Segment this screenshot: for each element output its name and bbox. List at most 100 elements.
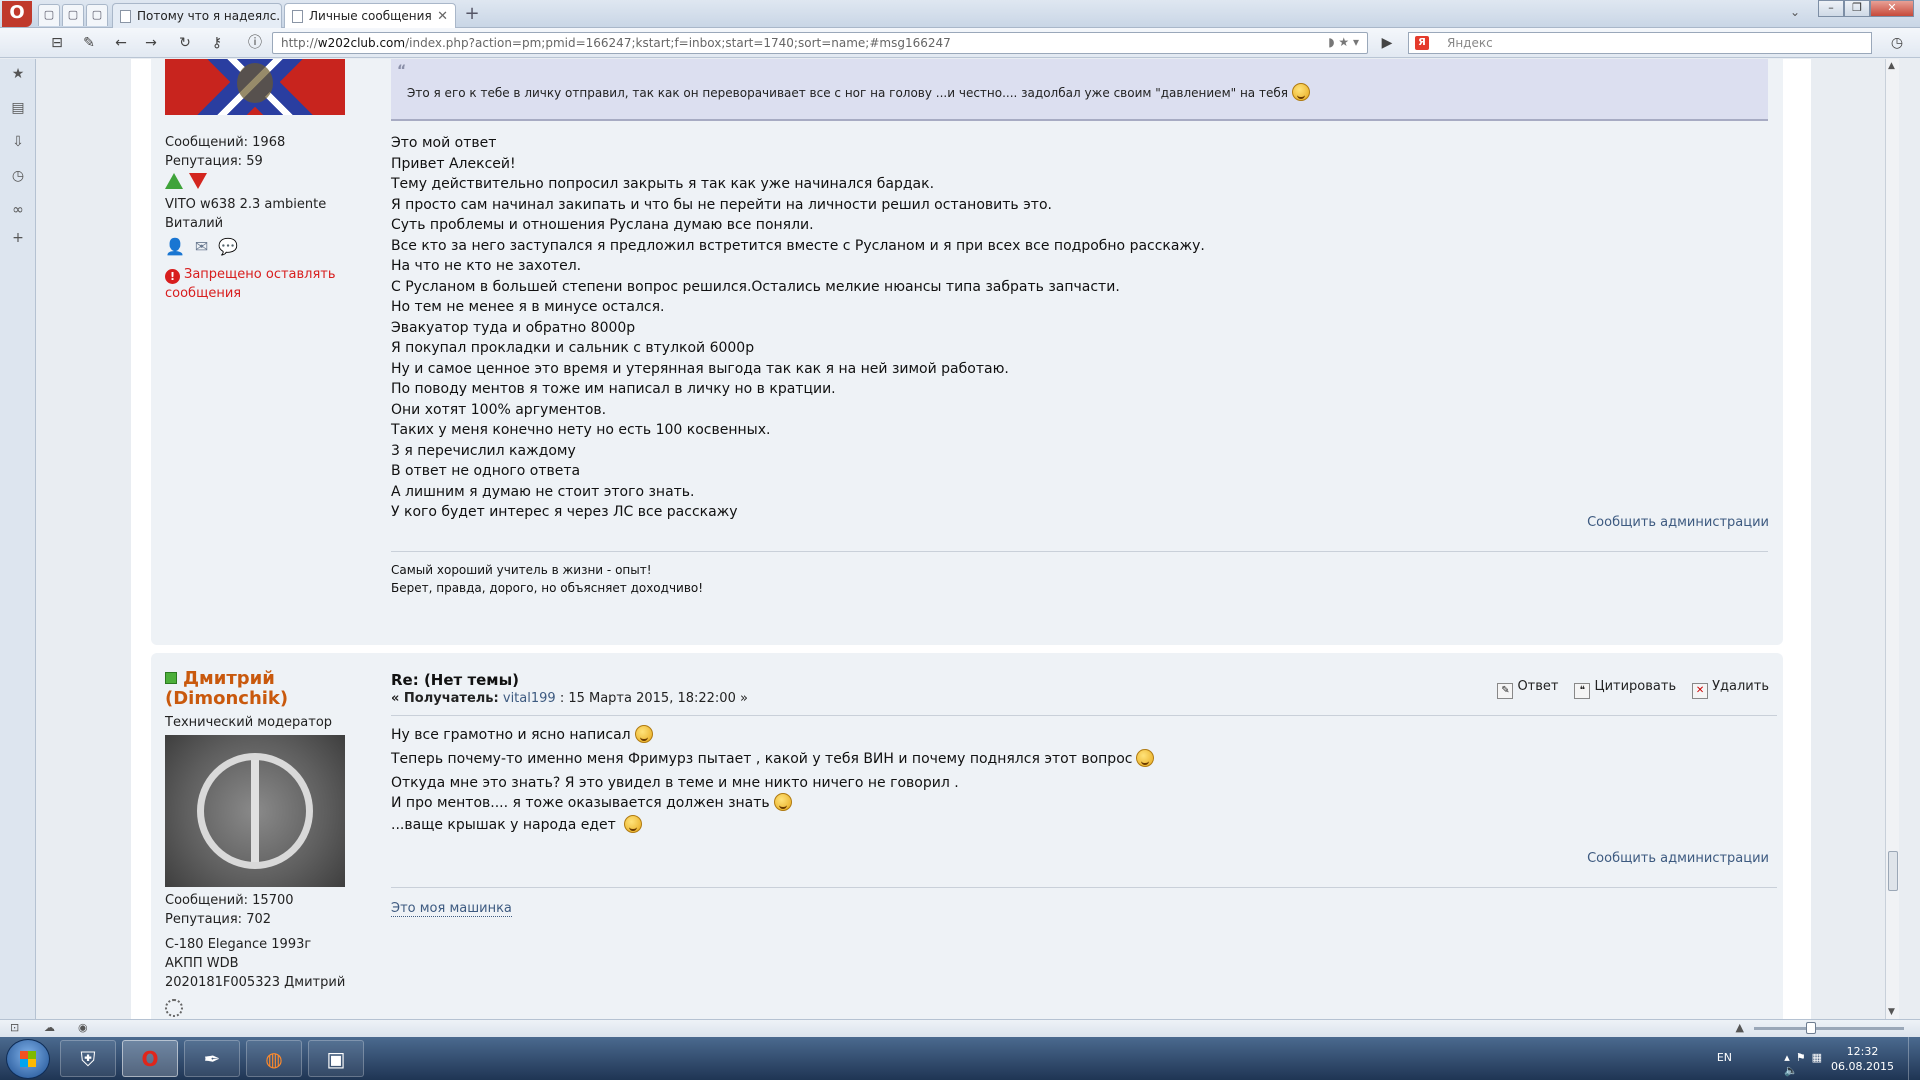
poster-name[interactable]: Дмитрий (Dimonchik) — [165, 669, 365, 709]
volume-icon[interactable]: 🔈 — [1784, 1064, 1804, 1077]
minimize-button[interactable]: – — [1818, 0, 1844, 17]
message-title[interactable]: Re: (Нет темы) — [391, 671, 519, 689]
banned-text: Запрещено оставлять сообщения — [165, 267, 336, 301]
report-to-admin-link[interactable]: Сообщить администрации — [1587, 851, 1769, 866]
message-line: В ответ не одного ответа — [391, 463, 581, 479]
status-bar: ⊡ ☁ ◉ ▲ — [0, 1019, 1920, 1037]
url-tools: ◗ ★ ▾ — [1328, 35, 1359, 49]
key-icon[interactable]: ⚷ — [208, 34, 226, 52]
profile-icon[interactable]: 👤 — [165, 237, 185, 256]
message-body: Это мой ответ Привет Алексей! Тему дейст… — [391, 133, 1205, 523]
message-line: Таких у меня конечно нету но есть 100 ко… — [391, 422, 771, 438]
restore-button[interactable]: ❐ — [1844, 0, 1870, 17]
message-meta: « Получатель: vital199 : 15 Марта 2015, … — [391, 691, 748, 706]
signature-divider — [391, 887, 1777, 888]
go-icon[interactable]: ▶ — [1378, 34, 1396, 52]
network-icon[interactable]: ▦ — [1812, 1051, 1828, 1064]
delete-button[interactable]: ✕ Удалить — [1692, 679, 1769, 699]
pinned-tab[interactable]: ▢ — [62, 4, 84, 26]
user-real-name: Виталий — [165, 216, 224, 231]
user-car: C-180 Elegance 1993г — [165, 937, 312, 952]
flag-icon[interactable]: ⚑ — [1796, 1051, 1812, 1064]
forum-content: Сообщений: 1968 Репутация: 59 VITO w638 … — [131, 59, 1811, 1019]
zoom-knob[interactable] — [1806, 1022, 1816, 1034]
world-of-tanks-icon[interactable]: ⛨ — [60, 1040, 116, 1077]
tab-list-chevron-icon[interactable]: ⌄ — [1790, 5, 1800, 19]
scroll-up-icon[interactable]: ▲ — [1888, 61, 1895, 71]
message-post: Дмитрий (Dimonchik) Технический модерато… — [151, 653, 1783, 1019]
online-status-icon — [165, 672, 177, 684]
opera-taskbar-icon[interactable]: O — [122, 1040, 178, 1077]
message-line: Но тем не менее я в минусе остался. — [391, 299, 665, 315]
new-tab-button[interactable]: + — [460, 4, 484, 26]
editor-app-icon[interactable]: ▣ — [308, 1040, 364, 1077]
tab-private-messages[interactable]: Личные сообщения ✕ — [284, 3, 456, 28]
close-window-button[interactable]: ✕ — [1870, 0, 1914, 17]
quote-button[interactable]: ❝ Цитировать — [1574, 679, 1676, 699]
pm-bubble-icon[interactable]: 💬 — [218, 237, 238, 256]
add-panel-icon[interactable]: + — [9, 229, 27, 247]
poster-name-line2: (Dimonchik) — [165, 688, 289, 709]
opera-menu-button[interactable]: O — [2, 1, 32, 27]
forward-icon[interactable]: → — [142, 34, 160, 52]
history-clock-icon[interactable]: ◷ — [1888, 34, 1906, 52]
user-avatar — [165, 59, 345, 115]
scroll-down-icon[interactable]: ▼ — [1888, 1007, 1895, 1017]
vertical-scrollbar[interactable]: ▲ ▼ — [1885, 59, 1899, 1019]
rep-down-icon[interactable] — [189, 173, 207, 189]
panel-toggle-icon[interactable]: ⊟ — [48, 34, 66, 52]
member-role: Технический модератор — [165, 715, 333, 730]
pinned-tab[interactable]: ▢ — [38, 4, 60, 26]
rep-up-icon[interactable] — [165, 173, 183, 189]
message-line: Теперь почему-то именно меня Фримурз пыт… — [391, 749, 1155, 767]
back-icon[interactable]: ← — [112, 34, 130, 52]
windows-logo-icon — [20, 1051, 36, 1067]
window-controls: – ❐ ✕ — [1818, 0, 1914, 18]
speed-dial-icon[interactable]: ◉ — [78, 1021, 88, 1034]
close-tab-icon[interactable]: ✕ — [437, 9, 448, 24]
clock[interactable]: 12:32 06.08.2015 — [1831, 1044, 1894, 1074]
cloud-icon[interactable]: ☁ — [44, 1021, 55, 1034]
firefox-icon[interactable]: ◍ — [246, 1040, 302, 1077]
report-to-admin-link[interactable]: Сообщить администрации — [1587, 515, 1769, 530]
message-line-text: ...ваще крышак у народа едет — [391, 817, 616, 833]
email-icon[interactable]: ✉ — [195, 237, 208, 256]
url-field[interactable]: http://w202club.com/index.php?action=pm;… — [272, 32, 1368, 54]
recipient-label: « Получатель: — [391, 691, 499, 706]
bookmark-star-icon[interactable]: ★ — [1338, 35, 1349, 49]
pinned-tab[interactable]: ▢ — [86, 4, 108, 26]
zoom-up-icon[interactable]: ▲ — [1736, 1021, 1744, 1034]
reply-button[interactable]: ✎ Ответ — [1497, 679, 1558, 699]
show-desktop-button[interactable] — [1908, 1037, 1920, 1080]
clock-time: 12:32 — [1846, 1045, 1879, 1058]
bookmarks-star-icon[interactable]: ★ — [9, 65, 27, 83]
show-hidden-icon[interactable]: ▴ — [1784, 1051, 1796, 1064]
message-line: Привет Алексей! — [391, 155, 516, 172]
start-button[interactable] — [6, 1039, 50, 1079]
reputation: Репутация: 702 — [165, 912, 272, 927]
tab-forum-thread[interactable]: Потому что я надеялс... — [112, 3, 282, 28]
feather-app-icon[interactable]: ✒ — [184, 1040, 240, 1077]
zoom-slider[interactable] — [1754, 1022, 1904, 1034]
scroll-thumb[interactable] — [1888, 851, 1898, 891]
tab-label: Личные сообщения — [309, 9, 432, 23]
reload-icon[interactable]: ↻ — [176, 34, 194, 52]
dropdown-icon[interactable]: ▾ — [1353, 35, 1359, 49]
panel-icon[interactable]: ⊡ — [10, 1021, 19, 1034]
edit-icon[interactable]: ✎ — [80, 34, 98, 52]
settings-gear-icon — [165, 999, 183, 1017]
message-line: На что не кто не захотел. — [391, 258, 582, 274]
post-count: Сообщений: 1968 — [165, 135, 286, 150]
message-line: Это мой ответ — [391, 135, 497, 151]
site-info-icon[interactable]: ⓘ — [246, 34, 264, 52]
history-icon[interactable]: ◷ — [9, 167, 27, 185]
reply-icon: ✎ — [1497, 683, 1514, 699]
downloads-icon[interactable]: ⇩ — [9, 133, 27, 151]
signature-link[interactable]: Это моя машинка — [391, 901, 512, 917]
recipient-link[interactable]: vital199 — [503, 691, 556, 706]
links-icon[interactable]: ∞ — [9, 201, 27, 219]
language-indicator[interactable]: EN — [1717, 1051, 1732, 1064]
rss-icon[interactable]: ◗ — [1328, 35, 1334, 49]
notes-icon[interactable]: ▤ — [9, 99, 27, 117]
search-input[interactable]: Я Яндекс — [1408, 32, 1872, 54]
